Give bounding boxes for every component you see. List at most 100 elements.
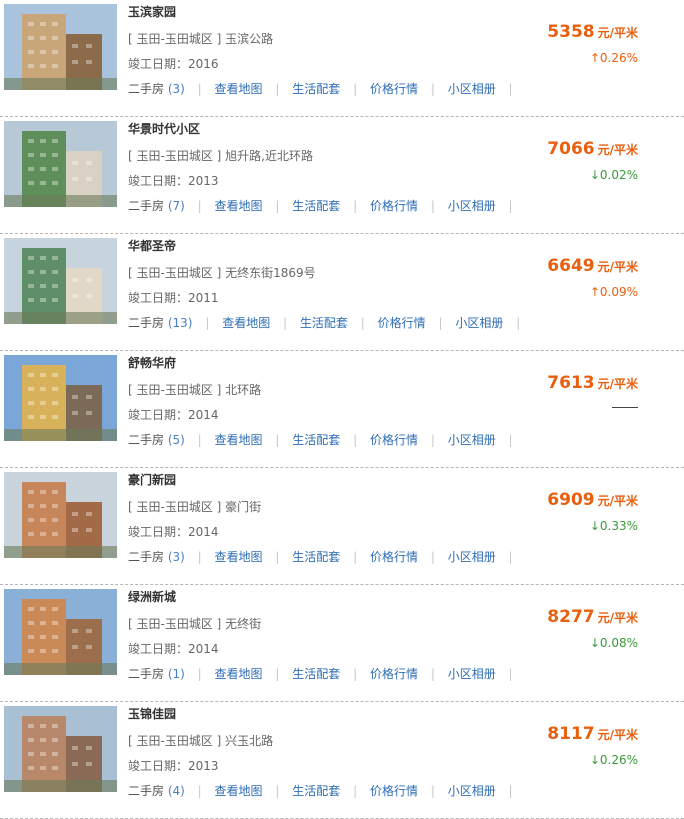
album-link[interactable]: 小区相册 bbox=[448, 784, 496, 798]
divider: | bbox=[430, 199, 435, 213]
divider: | bbox=[353, 82, 358, 96]
completion-date: 竣工日期：2011 bbox=[128, 291, 219, 305]
divider: | bbox=[430, 667, 435, 681]
price-value: 7066 bbox=[547, 139, 595, 159]
completion-date: 竣工日期：2014 bbox=[128, 408, 219, 422]
listing-name[interactable]: 舒畅华府 bbox=[128, 354, 176, 371]
building-photo[interactable] bbox=[4, 121, 117, 207]
divider: | bbox=[275, 199, 280, 213]
divider: | bbox=[430, 82, 435, 96]
price-trend-link[interactable]: 价格行情 bbox=[370, 667, 418, 681]
map-link[interactable]: 查看地图 bbox=[215, 433, 263, 447]
price: 6649 元/平米 bbox=[547, 256, 638, 276]
listing-address: [ 玉田-玉田城区 ] 兴玉北路 bbox=[128, 734, 274, 748]
divider: | bbox=[275, 82, 280, 96]
secondhand-count[interactable]: (7) bbox=[168, 199, 185, 213]
listing-item: 华都圣帝 [ 玉田-玉田城区 ] 无终东街1869号 竣工日期：2011 二手房… bbox=[0, 234, 684, 351]
price-trend-link[interactable]: 价格行情 bbox=[378, 316, 426, 330]
map-link[interactable]: 查看地图 bbox=[215, 82, 263, 96]
amenities-link[interactable]: 生活配套 bbox=[292, 199, 340, 213]
listing-links: 二手房 (1) | 查看地图 | 生活配套 | 价格行情 | 小区相册 | 小区 bbox=[128, 665, 522, 682]
album-link[interactable]: 小区相册 bbox=[448, 550, 496, 564]
price-trend-link[interactable]: 价格行情 bbox=[370, 433, 418, 447]
building-photo[interactable] bbox=[4, 589, 117, 675]
divider: | bbox=[197, 667, 202, 681]
listing-links: 二手房 (13) | 查看地图 | 生活配套 | 价格行情 | 小区相册 | 小… bbox=[128, 314, 522, 331]
price: 8277 元/平米 bbox=[547, 607, 638, 627]
price-unit: 元/平米 bbox=[597, 728, 638, 742]
divider: | bbox=[516, 316, 521, 330]
album-link[interactable]: 小区相册 bbox=[448, 199, 496, 213]
divider: | bbox=[353, 433, 358, 447]
divider: | bbox=[353, 550, 358, 564]
building-photo[interactable] bbox=[4, 472, 117, 558]
secondhand-link-label[interactable]: 二手房 bbox=[128, 316, 164, 330]
listing-item: 华景时代小区 [ 玉田-玉田城区 ] 旭升路,近北环路 竣工日期：2013 二手… bbox=[0, 117, 684, 234]
album-link[interactable]: 小区相册 bbox=[448, 667, 496, 681]
amenities-link[interactable]: 生活配套 bbox=[300, 316, 348, 330]
divider: | bbox=[508, 199, 513, 213]
secondhand-count[interactable]: (4) bbox=[168, 784, 185, 798]
album-link[interactable]: 小区相册 bbox=[455, 316, 503, 330]
listing-item: 舒畅华府 [ 玉田-玉田城区 ] 北环路 竣工日期：2014 二手房 (5) |… bbox=[0, 351, 684, 468]
building-photo[interactable] bbox=[4, 4, 117, 90]
price-value: 8117 bbox=[547, 724, 595, 744]
album-link[interactable]: 小区相册 bbox=[448, 433, 496, 447]
listing-links: 二手房 (3) | 查看地图 | 生活配套 | 价格行情 | 小区相册 | 小区 bbox=[128, 548, 522, 565]
map-link[interactable]: 查看地图 bbox=[215, 550, 263, 564]
price-value: 6649 bbox=[547, 256, 595, 276]
price-trend-link[interactable]: 价格行情 bbox=[370, 550, 418, 564]
price-value: 7613 bbox=[547, 373, 595, 393]
secondhand-count[interactable]: (3) bbox=[168, 82, 185, 96]
secondhand-count[interactable]: (13) bbox=[168, 316, 193, 330]
price: 7066 元/平米 bbox=[547, 139, 638, 159]
amenities-link[interactable]: 生活配套 bbox=[292, 667, 340, 681]
price-trend-link[interactable]: 价格行情 bbox=[370, 784, 418, 798]
amenities-link[interactable]: 生活配套 bbox=[292, 82, 340, 96]
divider: | bbox=[283, 316, 288, 330]
listing-links: 二手房 (5) | 查看地图 | 生活配套 | 价格行情 | 小区相册 | 小区 bbox=[128, 431, 522, 448]
album-link[interactable]: 小区相册 bbox=[448, 82, 496, 96]
listing-name[interactable]: 绿洲新城 bbox=[128, 588, 176, 605]
secondhand-count[interactable]: (5) bbox=[168, 433, 185, 447]
building-photo[interactable] bbox=[4, 706, 117, 792]
listing-name[interactable]: 华景时代小区 bbox=[128, 120, 200, 137]
secondhand-link-label[interactable]: 二手房 bbox=[128, 199, 164, 213]
amenities-link[interactable]: 生活配套 bbox=[292, 784, 340, 798]
secondhand-link-label[interactable]: 二手房 bbox=[128, 784, 164, 798]
price-trend-link[interactable]: 价格行情 bbox=[370, 82, 418, 96]
divider: | bbox=[197, 82, 202, 96]
listing-address: [ 玉田-玉田城区 ] 旭升路,近北环路 bbox=[128, 149, 313, 163]
map-link[interactable]: 查看地图 bbox=[215, 784, 263, 798]
amenities-link[interactable]: 生活配套 bbox=[292, 433, 340, 447]
price-change: ↓0.26% bbox=[589, 753, 638, 767]
secondhand-link-label[interactable]: 二手房 bbox=[128, 550, 164, 564]
listing-name[interactable]: 玉锦佳园 bbox=[128, 705, 176, 722]
secondhand-link-label[interactable]: 二手房 bbox=[128, 82, 164, 96]
map-link[interactable]: 查看地图 bbox=[215, 199, 263, 213]
building-photo[interactable] bbox=[4, 238, 117, 324]
listing-item: 绿洲新城 [ 玉田-玉田城区 ] 无终街 竣工日期：2014 二手房 (1) |… bbox=[0, 585, 684, 702]
listing-name[interactable]: 玉滨家园 bbox=[128, 3, 176, 20]
listing-address: [ 玉田-玉田城区 ] 豪门街 bbox=[128, 500, 262, 514]
divider: | bbox=[508, 550, 513, 564]
building-photo[interactable] bbox=[4, 355, 117, 441]
map-link[interactable]: 查看地图 bbox=[215, 667, 263, 681]
listing-name[interactable]: 豪门新园 bbox=[128, 471, 176, 488]
secondhand-count[interactable]: (3) bbox=[168, 550, 185, 564]
listing-item: 玉滨家园 [ 玉田-玉田城区 ] 玉滨公路 竣工日期：2016 二手房 (3) … bbox=[0, 0, 684, 117]
secondhand-link-label[interactable]: 二手房 bbox=[128, 433, 164, 447]
price-trend-link[interactable]: 价格行情 bbox=[370, 199, 418, 213]
divider: | bbox=[275, 784, 280, 798]
price-change: ↑0.09% bbox=[589, 285, 638, 299]
secondhand-count[interactable]: (1) bbox=[168, 667, 185, 681]
divider: | bbox=[275, 550, 280, 564]
price-unit: 元/平米 bbox=[597, 611, 638, 625]
price-unit: 元/平米 bbox=[597, 26, 638, 40]
amenities-link[interactable]: 生活配套 bbox=[292, 550, 340, 564]
divider: | bbox=[430, 784, 435, 798]
secondhand-link-label[interactable]: 二手房 bbox=[128, 667, 164, 681]
listing-name[interactable]: 华都圣帝 bbox=[128, 237, 176, 254]
map-link[interactable]: 查看地图 bbox=[222, 316, 270, 330]
price-change: ↓0.33% bbox=[589, 519, 638, 533]
